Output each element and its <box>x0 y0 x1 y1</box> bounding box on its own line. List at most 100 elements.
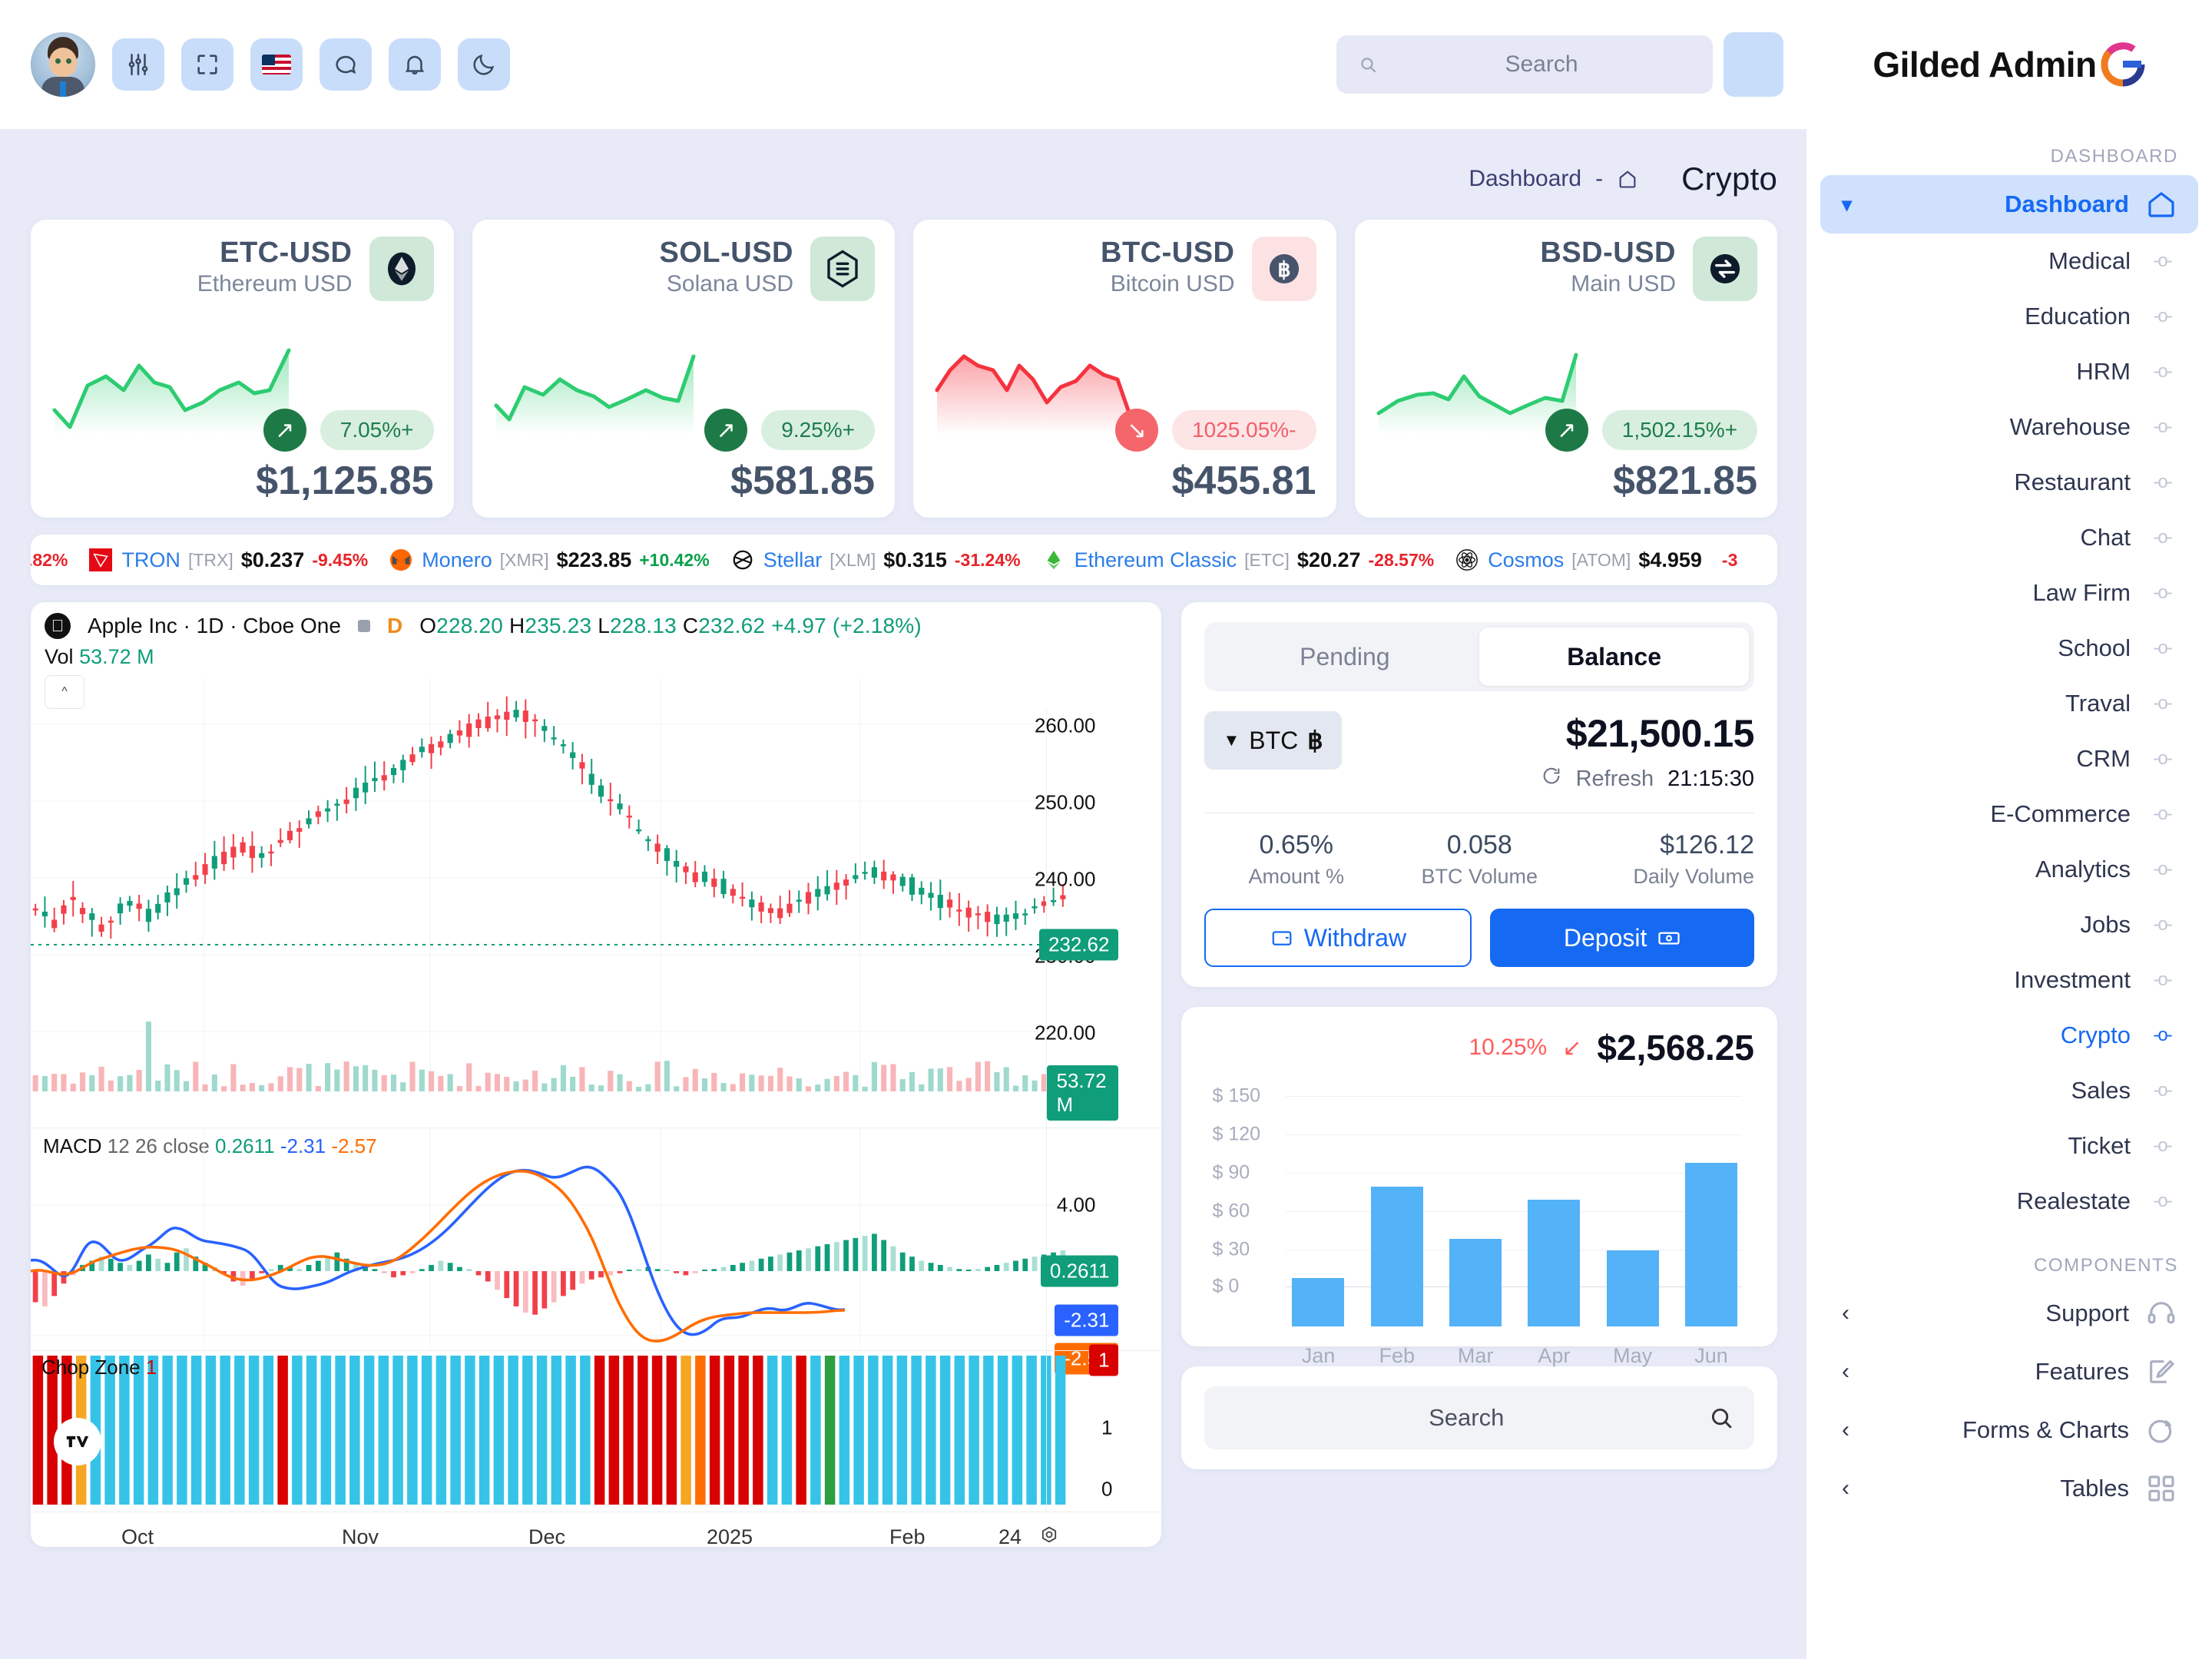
sidebar-item-medical[interactable]: Medical -o- <box>1820 233 2198 289</box>
ticker-item-tron[interactable]: TRON [TRX] $0.237 -9.45% <box>88 547 368 573</box>
crypto-card-sol[interactable]: SOL-USD Solana USD ↗ 9.25%+ $581.85 <box>472 220 895 518</box>
sidebar-item-crm[interactable]: CRM -o- <box>1820 731 2198 786</box>
sliders-icon[interactable] <box>112 38 164 91</box>
style-icon[interactable] <box>357 620 370 632</box>
menu-icon[interactable] <box>1724 32 1783 97</box>
sidebar-item-label: Tables <box>2060 1475 2129 1502</box>
withdraw-button[interactable]: Withdraw <box>1204 909 1472 967</box>
ticker-item-ethereum-classic[interactable]: Ethereum Classic [ETC] $20.27 -28.57% <box>1041 547 1434 573</box>
last-price-badge: 232.62 <box>1038 929 1119 961</box>
settings-icon[interactable] <box>1038 1524 1060 1547</box>
sidebar-item-ticket[interactable]: Ticket -o- <box>1820 1118 2198 1174</box>
currency-select[interactable]: ▼ BTC ฿ <box>1204 711 1342 770</box>
search-icon[interactable] <box>1708 1405 1734 1431</box>
sidebar-item-traval[interactable]: Traval -o- <box>1820 676 2198 731</box>
sidebar-item-e-commerce[interactable]: E-Commerce -o- <box>1820 786 2198 842</box>
price-axis[interactable]: 260.00 250.00 240.00 230.00 220.00 232.6… <box>1035 709 1161 1128</box>
tradingview-logo[interactable] <box>54 1418 101 1465</box>
time-axis[interactable]: Oct Nov Dec 2025 Feb 24 <box>31 1512 1162 1547</box>
bottom-search-input[interactable]: Search <box>1204 1386 1754 1449</box>
sidebar: Gilded Admin DASHBOARD ▾ Dashboard Medic… <box>1806 0 2212 1659</box>
sidebar-item-dashboard[interactable]: ▾ Dashboard <box>1820 175 2198 233</box>
sidebar-item-label: Dashboard <box>2005 190 2129 217</box>
ticker-item-stellar[interactable]: Stellar [XLM] $0.315 -31.24% <box>730 547 1021 573</box>
macd-axis[interactable]: 4.00 0.2611 -2.31 -2.57 <box>1040 1128 1161 1375</box>
breadcrumb-trail[interactable]: Dashboard - <box>1469 166 1638 192</box>
balance-tabs[interactable]: Pending Balance <box>1204 622 1754 691</box>
sidebar-item-warehouse[interactable]: Warehouse -o- <box>1820 399 2198 455</box>
revenue-bar-chart[interactable]: $ 150 $ 120 $ 90 $ 60 $ 30 $ 0 Jan Feb M… <box>1212 1085 1742 1367</box>
chart-symbol[interactable]: Apple Inc · 1D · Cboe One <box>88 614 341 638</box>
flag-us-icon[interactable] <box>250 38 303 91</box>
deposit-button[interactable]: Deposit <box>1490 909 1755 967</box>
sidebar-item-jobs[interactable]: Jobs -o- <box>1820 897 2198 952</box>
tradingview-chart-widget[interactable]:  Apple Inc · 1D · Cboe One D O228.20 H2… <box>31 602 1162 1547</box>
cash-icon <box>1658 932 1680 945</box>
sidebar-item-chat[interactable]: Chat -o- <box>1820 510 2198 565</box>
crypto-card-etc[interactable]: ETC-USD Ethereum USD ↗ 7.05%+ $1,125.85 <box>31 220 454 518</box>
chart-interval[interactable]: D <box>387 614 402 638</box>
refresh-icon[interactable] <box>1541 765 1562 793</box>
fullscreen-icon[interactable] <box>181 38 233 91</box>
sidebar-item-forms-charts[interactable]: ‹ Forms & Charts <box>1820 1401 2198 1459</box>
bar-may <box>1606 1250 1659 1326</box>
ticker-item-monero[interactable]: Monero [XMR] $223.85 +10.42% <box>388 547 710 573</box>
breadcrumb-parent[interactable]: Dashboard <box>1469 166 1581 192</box>
sidebar-item-investment[interactable]: Investment -o- <box>1820 952 2198 1008</box>
search-input[interactable]: Search <box>1336 35 1713 94</box>
macd-tick: 4.00 <box>1056 1193 1096 1217</box>
chop-zone-pane[interactable]: Chop Zone 1 1 1 0 <box>31 1344 1162 1512</box>
revenue-header: 10.25% ↙ $2,568.25 <box>1204 1027 1754 1068</box>
crypto-card-btc[interactable]: BTC-USD Bitcoin USD ฿ ↘ 1025.05%- $455.8… <box>913 220 1336 518</box>
sidebar-item-label: Law Firm <box>2032 579 2131 606</box>
revenue-pct: 10.25% <box>1469 1035 1548 1060</box>
sidebar-item-support[interactable]: ‹ Support <box>1820 1284 2198 1343</box>
crypto-card-bsd[interactable]: BSD-USD Main USD ↗ 1,502.15%+ $821.85 <box>1354 220 1777 518</box>
ohlc-h: 235.23 <box>525 614 592 637</box>
bullet-icon: -o- <box>2153 748 2172 769</box>
sidebar-item-tables[interactable]: ‹ Tables <box>1820 1459 2198 1518</box>
sidebar-item-hrm[interactable]: HRM -o- <box>1820 344 2198 399</box>
ethereum-icon <box>369 237 434 301</box>
sidebar-item-realestate[interactable]: Realestate -o- <box>1820 1174 2198 1229</box>
price-pane[interactable]: 260.00 250.00 240.00 230.00 220.00 232.6… <box>31 678 1161 1128</box>
tab-balance[interactable]: Balance <box>1479 628 1750 686</box>
x-tick: Mar <box>1457 1344 1494 1367</box>
ticker-price: $0.315 <box>883 548 947 571</box>
stat-label: Amount % <box>1248 865 1345 888</box>
bell-icon[interactable] <box>389 38 441 91</box>
bullet-icon: -o- <box>2153 361 2172 382</box>
solana-icon <box>810 237 875 301</box>
refresh-label[interactable]: Refresh <box>1576 767 1654 792</box>
sidebar-item-school[interactable]: School -o- <box>1820 621 2198 676</box>
x-tick: Jan <box>1301 1344 1336 1367</box>
crypto-card-row: ETC-USD Ethereum USD ↗ 7.05%+ $1,125.85 … <box>31 220 1777 518</box>
chop-axis[interactable]: 1 1 0 <box>1046 1344 1161 1512</box>
sidebar-item-law-firm[interactable]: Law Firm -o- <box>1820 565 2198 621</box>
sidebar-item-label: Crypto <box>2060 1022 2131 1048</box>
apple-icon:  <box>45 613 71 639</box>
ticker-item-cosmos[interactable]: Cosmos [ATOM] $4.959 <box>1454 547 1702 573</box>
brand-logo[interactable]: Gilded Admin <box>1806 0 2212 129</box>
ticker-name: Monero <box>422 548 492 571</box>
ohlc-o: 228.20 <box>436 614 504 637</box>
sidebar-item-crypto[interactable]: Crypto -o- <box>1820 1008 2198 1063</box>
macd-series <box>31 1128 1068 1351</box>
sidebar-item-features[interactable]: ‹ Features <box>1820 1343 2198 1401</box>
sidebar-item-sales[interactable]: Sales -o- <box>1820 1063 2198 1118</box>
chop-value: 1 <box>145 1356 157 1379</box>
card-name: Main USD <box>1571 271 1676 296</box>
refresh-row[interactable]: Refresh 21:15:30 <box>1541 765 1754 793</box>
chat-icon[interactable] <box>320 38 372 91</box>
macd-pane[interactable]: MACD 12 26 close 0.2611 -2.31 -2.57 4.00… <box>31 1128 1162 1375</box>
moon-icon[interactable] <box>458 38 510 91</box>
sidebar-item-restaurant[interactable]: Restaurant -o- <box>1820 455 2198 510</box>
sidebar-item-analytics[interactable]: Analytics -o- <box>1820 842 2198 897</box>
tab-pending[interactable]: Pending <box>1210 628 1479 686</box>
chart-header:  Apple Inc · 1D · Cboe One D O228.20 H2… <box>31 602 1161 642</box>
bullet-icon: -o- <box>2153 472 2172 492</box>
crypto-ticker-strip[interactable]: .82% TRON [TRX] $0.237 -9.45% Monero [XM… <box>31 535 1777 585</box>
sidebar-item-education[interactable]: Education -o- <box>1820 289 2198 344</box>
home-icon[interactable] <box>1617 168 1638 190</box>
balance-stats: 0.65% Amount % 0.058 BTC Volume $126.12 … <box>1204 830 1754 889</box>
